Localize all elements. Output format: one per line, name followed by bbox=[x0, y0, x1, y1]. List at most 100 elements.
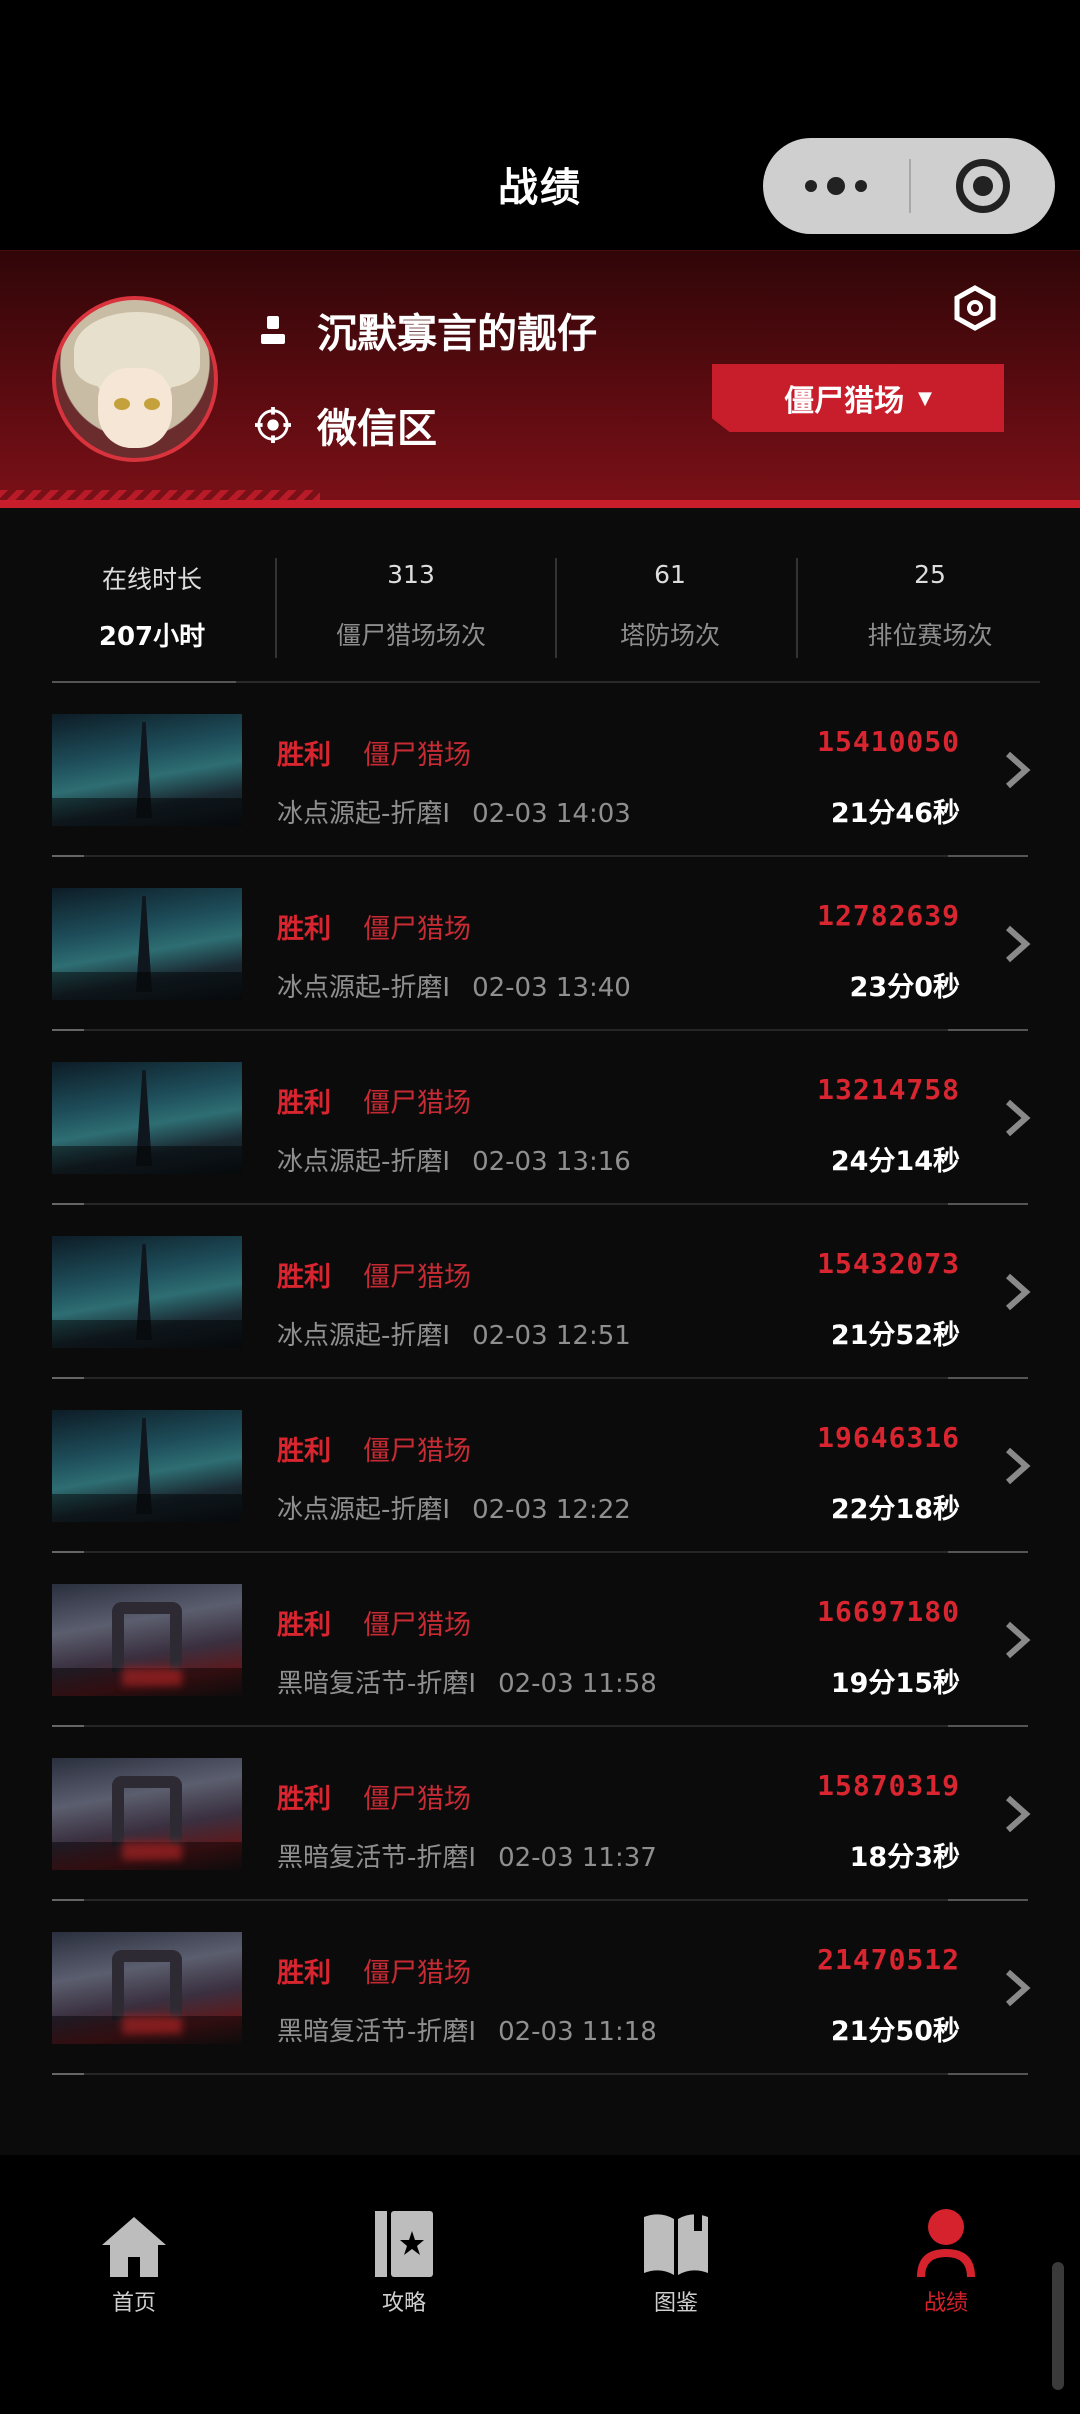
match-mode: 僵尸猎场 bbox=[363, 1610, 471, 1641]
match-score: 21470512 bbox=[817, 1943, 960, 1976]
match-score: 15870319 bbox=[817, 1769, 960, 1802]
match-result: 胜利 bbox=[277, 1610, 331, 1641]
row-divider-accent bbox=[52, 2073, 84, 2075]
zone-label: 微信区 bbox=[317, 406, 437, 452]
map-name: 冰点源起-折磨I bbox=[277, 1321, 451, 1351]
match-result: 胜利 bbox=[277, 740, 331, 771]
stat-divider bbox=[796, 558, 798, 658]
match-record-row[interactable]: 胜利 僵尸猎场 冰点源起-折磨I 02-03 12:51 15432073 21分52秒 bbox=[0, 1205, 1080, 1379]
match-score: 15432073 bbox=[817, 1247, 960, 1280]
chevron-right-icon bbox=[1000, 750, 1034, 790]
match-mode: 僵尸猎场 bbox=[363, 1784, 471, 1815]
more-icon-right bbox=[855, 180, 867, 192]
map-name: 冰点源起-折磨I bbox=[277, 1495, 451, 1525]
switch-hexagon-icon[interactable] bbox=[952, 285, 998, 331]
map-name: 黑暗复活节-折磨I bbox=[277, 1843, 477, 1873]
map-info: 冰点源起-折磨I 02-03 12:22 bbox=[277, 1489, 631, 1526]
stat-value: 207小时 bbox=[98, 622, 206, 652]
map-name: 冰点源起-折磨I bbox=[277, 799, 451, 829]
match-mode: 僵尸猎场 bbox=[363, 740, 471, 771]
stat-ranked-matches: 25 排位赛场次 bbox=[830, 560, 1030, 652]
match-mode: 僵尸猎场 bbox=[363, 1262, 471, 1293]
map-info: 冰点源起-折磨I 02-03 13:16 bbox=[277, 1141, 631, 1178]
map-thumbnail bbox=[52, 1410, 242, 1522]
tab-records[interactable]: 战绩 bbox=[876, 2207, 1016, 2317]
match-duration: 21分50秒 bbox=[830, 2016, 960, 2047]
tab-codex[interactable]: 图鉴 bbox=[606, 2207, 746, 2317]
stat-label: 在线时长 bbox=[101, 565, 202, 594]
match-time: 02-03 12:51 bbox=[472, 1321, 631, 1351]
home-icon bbox=[98, 2207, 170, 2279]
more-button[interactable] bbox=[763, 138, 909, 234]
chevron-right-icon bbox=[1000, 1098, 1034, 1138]
profile-icon bbox=[910, 2207, 982, 2279]
stat-divider bbox=[275, 558, 277, 658]
row-divider-accent bbox=[948, 2073, 1028, 2075]
map-thumbnail bbox=[52, 1758, 242, 1870]
stat-value: 25 bbox=[914, 560, 946, 589]
header-accent-stripe bbox=[0, 500, 1080, 508]
profile-header: 沉默寡言的靓仔 微信区 僵尸猎场 ▼ bbox=[0, 250, 1080, 508]
match-duration: 22分18秒 bbox=[830, 1494, 960, 1525]
chevron-right-icon bbox=[1000, 1272, 1034, 1312]
match-record-row[interactable]: 胜利 僵尸猎场 冰点源起-折磨I 02-03 12:22 19646316 22分18秒 bbox=[0, 1379, 1080, 1553]
tab-home[interactable]: 首页 bbox=[64, 2207, 204, 2317]
close-target-icon bbox=[956, 159, 1010, 213]
mode-selector-button[interactable]: 僵尸猎场 ▼ bbox=[712, 364, 1004, 432]
match-score: 12782639 bbox=[817, 899, 960, 932]
nav-bar: 战绩 bbox=[0, 0, 1080, 250]
close-button[interactable] bbox=[911, 138, 1055, 234]
match-record-list: 胜利 僵尸猎场 冰点源起-折磨I 02-03 14:03 15410050 21分46秒胜… bbox=[0, 683, 1080, 2155]
crosshair-icon bbox=[255, 407, 291, 443]
map-name: 黑暗复活节-折磨I bbox=[277, 2017, 477, 2047]
stats-bar: 在线时长 207小时 313 僵尸猎场场次 61 塔防场次 25 排位赛场次 bbox=[0, 508, 1080, 683]
match-time: 02-03 13:40 bbox=[472, 973, 631, 1003]
match-duration: 21分46秒 bbox=[830, 798, 960, 829]
stat-label: 排位赛场次 bbox=[867, 621, 993, 650]
match-mode: 僵尸猎场 bbox=[363, 1958, 471, 1989]
match-record-row[interactable]: 胜利 僵尸猎场 黑暗复活节-折磨I 02-03 11:18 21470512 21分50秒 bbox=[0, 1901, 1080, 2075]
match-mode: 僵尸猎场 bbox=[363, 914, 471, 945]
match-result: 胜利 bbox=[277, 1088, 331, 1119]
tab-guide[interactable]: 攻略 bbox=[334, 2207, 474, 2317]
match-record-row[interactable]: 胜利 僵尸猎场 冰点源起-折磨I 02-03 13:40 12782639 23分0秒 bbox=[0, 857, 1080, 1031]
avatar[interactable] bbox=[52, 296, 218, 462]
stat-label: 僵尸猎场场次 bbox=[335, 621, 486, 650]
row-divider bbox=[52, 2073, 1028, 2075]
match-result: 胜利 bbox=[277, 1262, 331, 1293]
map-info: 黑暗复活节-折磨I 02-03 11:37 bbox=[277, 1837, 657, 1874]
match-score: 19646316 bbox=[817, 1421, 960, 1454]
mode-selector-label: 僵尸猎场 bbox=[784, 384, 905, 419]
stat-label: 塔防场次 bbox=[619, 621, 720, 650]
stat-value: 61 bbox=[654, 560, 686, 589]
stat-tower-defense-matches: 61 塔防场次 bbox=[580, 560, 760, 652]
match-time: 02-03 13:16 bbox=[472, 1147, 631, 1177]
map-thumbnail bbox=[52, 888, 242, 1000]
match-record-row[interactable]: 胜利 僵尸猎场 黑暗复活节-折磨I 02-03 11:37 15870319 18分3秒 bbox=[0, 1727, 1080, 1901]
map-name: 冰点源起-折磨I bbox=[277, 1147, 451, 1177]
map-info: 黑暗复活节-折磨I 02-03 11:18 bbox=[277, 2011, 657, 2048]
match-record-row[interactable]: 胜利 僵尸猎场 黑暗复活节-折磨I 02-03 11:58 16697180 19分15秒 bbox=[0, 1553, 1080, 1727]
user-icon bbox=[255, 312, 291, 348]
map-info: 黑暗复活节-折磨I 02-03 11:58 bbox=[277, 1663, 657, 1700]
map-info: 冰点源起-折磨I 02-03 13:40 bbox=[277, 967, 631, 1004]
tab-label: 首页 bbox=[111, 2291, 156, 2316]
map-thumbnail bbox=[52, 1584, 242, 1696]
scrollbar[interactable] bbox=[1052, 2262, 1064, 2390]
tab-label: 攻略 bbox=[381, 2291, 426, 2316]
chevron-right-icon bbox=[1000, 1968, 1034, 2008]
bottom-tab-bar: 首页 攻略 图鉴 战绩 bbox=[0, 2155, 1080, 2414]
caret-down-icon: ▼ bbox=[918, 387, 932, 409]
match-mode: 僵尸猎场 bbox=[363, 1436, 471, 1467]
match-time: 02-03 11:18 bbox=[498, 2017, 657, 2047]
match-record-row[interactable]: 胜利 僵尸猎场 冰点源起-折磨I 02-03 13:16 13214758 24分14秒 bbox=[0, 1031, 1080, 1205]
open-book-icon bbox=[640, 2207, 712, 2279]
match-record-row[interactable]: 胜利 僵尸猎场 冰点源起-折磨I 02-03 14:03 15410050 21分46秒 bbox=[0, 683, 1080, 857]
match-time: 02-03 14:03 bbox=[472, 799, 631, 829]
map-thumbnail bbox=[52, 1236, 242, 1348]
map-name: 黑暗复活节-折磨I bbox=[277, 1669, 477, 1699]
mini-program-capsule bbox=[763, 138, 1055, 234]
map-name: 冰点源起-折磨I bbox=[277, 973, 451, 1003]
stat-value: 313 bbox=[387, 560, 435, 589]
stat-divider bbox=[555, 558, 557, 658]
